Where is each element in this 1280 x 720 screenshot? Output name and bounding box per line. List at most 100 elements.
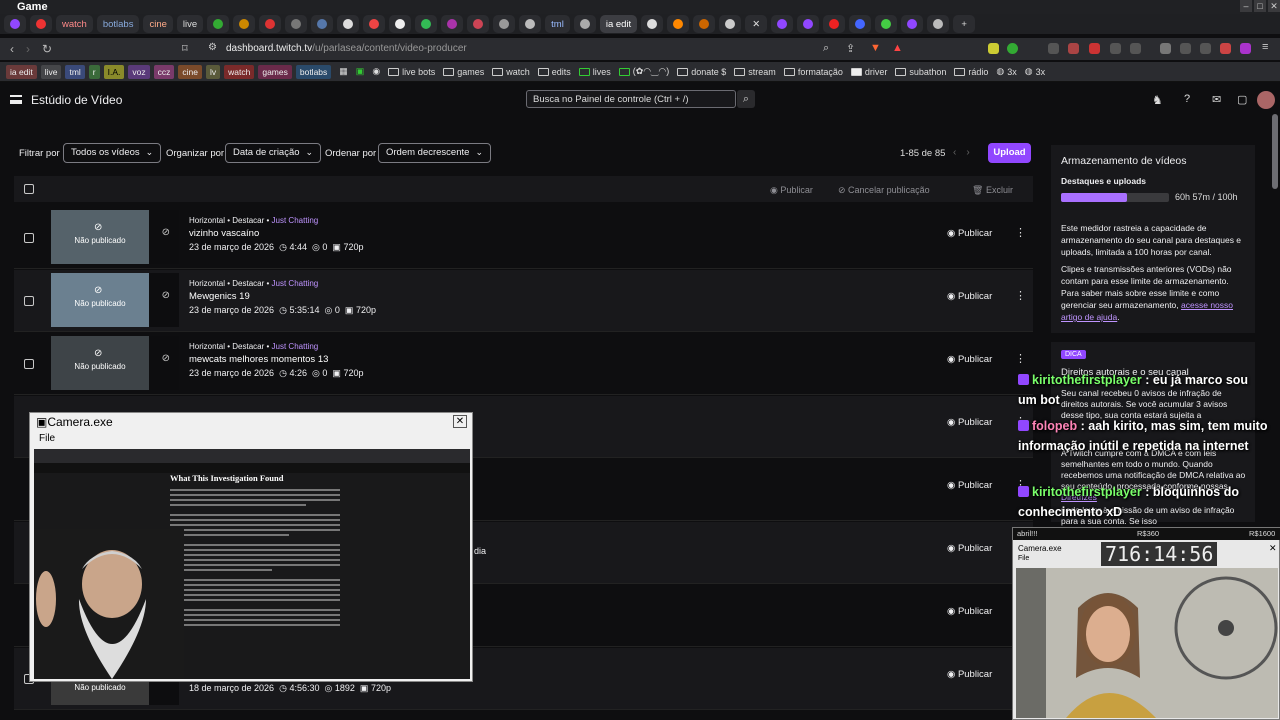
more-options-icon[interactable]: ⋮	[1015, 289, 1026, 302]
tab-icon[interactable]	[441, 15, 464, 33]
brave-rewards-icon[interactable]: ▲	[892, 42, 903, 54]
tab-icon[interactable]	[207, 15, 230, 33]
close-window-button[interactable]: ✕	[1268, 0, 1280, 12]
prev-page-icon[interactable]: ‹	[953, 147, 966, 158]
new-tab-button[interactable]: +	[953, 15, 976, 33]
bulk-publish-button[interactable]: ◉ Publicar	[770, 185, 813, 196]
tab-ia-edit[interactable]: ia edit	[599, 15, 638, 33]
tab-icon[interactable]	[849, 15, 872, 33]
bookmark-chip[interactable]: voz	[128, 64, 150, 79]
dashboard-search-input[interactable]: Busca no Painel de controle (Ctrl + /)	[526, 90, 736, 108]
share-icon[interactable]: ⇪	[846, 42, 855, 55]
next-page-icon[interactable]: ›	[966, 147, 979, 158]
select-all-checkbox[interactable]	[24, 184, 34, 194]
tab-icon[interactable]	[693, 15, 716, 33]
video-thumbnail[interactable]: ⊘ ⊘ Não publicado	[51, 273, 179, 327]
bookmark-folder[interactable]: games	[443, 67, 484, 77]
github-icon[interactable]: ◉	[372, 66, 380, 77]
video-title[interactable]: mewcats melhores momentos 13	[189, 354, 328, 365]
mail-icon[interactable]: ✉	[1212, 93, 1221, 106]
search-icon[interactable]: ⌕	[737, 90, 755, 108]
category-link[interactable]: Just Chatting	[272, 216, 319, 225]
publish-button[interactable]: ◉ Publicar	[947, 291, 992, 302]
bookmark-link[interactable]: ◍ 3x	[996, 66, 1016, 77]
category-link[interactable]: Just Chatting	[272, 279, 319, 288]
bookmark-folder[interactable]: live bots	[388, 67, 435, 77]
bookmark-folder[interactable]: lives	[578, 67, 611, 77]
tab-icon[interactable]	[285, 15, 308, 33]
bookmark-folder[interactable]: subathon	[895, 67, 946, 77]
tab-icon[interactable]	[389, 15, 412, 33]
second-camera-window[interactable]: abril!!! R$360 R$1600 Camera.exe File 71…	[1012, 527, 1280, 720]
organize-dropdown[interactable]: Data de criação	[225, 143, 322, 163]
green-app-icon[interactable]: ▣	[356, 66, 365, 77]
maximize-button[interactable]: □	[1254, 0, 1266, 12]
chat-icon[interactable]: ▢	[1237, 93, 1247, 106]
bookmark-link[interactable]: ◍ 3x	[1025, 66, 1045, 77]
close-icon[interactable]: ✕	[1269, 543, 1277, 554]
tab-icon[interactable]	[467, 15, 490, 33]
more-options-icon[interactable]: ⋮	[1015, 226, 1026, 239]
brave-shield-icon[interactable]: ▼	[870, 42, 881, 54]
tab-icon[interactable]	[771, 15, 794, 33]
table-row[interactable]: ⊘ ⊘ Não publicado Horizontal • Destacar • …	[14, 207, 1033, 269]
bookmark-chip[interactable]: ccz	[153, 64, 175, 79]
tab-icon[interactable]	[415, 15, 438, 33]
tab-tml[interactable]: tml	[545, 15, 570, 33]
forward-arrow-icon[interactable]: ›	[26, 42, 30, 56]
video-title[interactable]: vizinho vascaíno	[189, 228, 259, 239]
tab-icon[interactable]	[4, 15, 26, 33]
tab-icon[interactable]	[233, 15, 256, 33]
tab-cine[interactable]: cine	[143, 15, 173, 33]
publish-button[interactable]: ◉ Publicar	[947, 669, 992, 680]
more-options-icon[interactable]: ⋮	[1015, 352, 1026, 365]
site-settings-icon[interactable]: ⚙	[208, 42, 217, 53]
tab-icon[interactable]	[667, 15, 690, 33]
crowd-icon[interactable]: ♞	[1152, 93, 1163, 107]
bookmark-chip[interactable]: ia edit	[6, 64, 37, 79]
tab-close-icon[interactable]: ✕	[745, 15, 768, 33]
tab-icon[interactable]	[641, 15, 664, 33]
publish-button[interactable]: ◉ Publicar	[947, 606, 992, 617]
tab-icon[interactable]	[573, 15, 596, 33]
tab-icon[interactable]	[797, 15, 820, 33]
row-checkbox[interactable]	[24, 359, 34, 369]
tab-icon[interactable]	[30, 15, 52, 33]
bookmark-folder[interactable]: (✿◠‿◠)	[618, 66, 669, 77]
tab-icon[interactable]	[311, 15, 334, 33]
bookmark-folder[interactable]: stream	[734, 67, 776, 77]
bookmark-chip[interactable]: watch	[224, 64, 255, 79]
tab-botlabs[interactable]: botlabs	[96, 15, 140, 33]
hamburger-menu-icon[interactable]	[10, 95, 22, 104]
publish-button[interactable]: ◉ Publicar	[947, 480, 992, 491]
avatar[interactable]	[1257, 91, 1275, 109]
bookmark-folder[interactable]: rádio	[954, 67, 988, 77]
category-link[interactable]: Just Chatting	[272, 342, 319, 351]
bulk-delete-button[interactable]: 🗑 Excluir	[972, 185, 1013, 196]
back-arrow-icon[interactable]: ‹	[10, 42, 14, 56]
video-thumbnail[interactable]: ⊘ ⊘ Não publicado	[51, 336, 179, 390]
bookmark-folder[interactable]: formatação	[783, 67, 843, 77]
tab-icon[interactable]	[823, 15, 846, 33]
bookmark-folder[interactable]: watch	[492, 67, 530, 77]
reload-icon[interactable]: ↻	[42, 42, 52, 56]
minimize-button[interactable]: –	[1240, 0, 1252, 12]
bookmark-chip[interactable]: r	[88, 64, 100, 79]
bookmark-chip[interactable]: tml	[65, 64, 85, 79]
bookmark-folder[interactable]: donate $	[677, 67, 726, 77]
row-checkbox[interactable]	[24, 233, 34, 243]
tab-icon[interactable]	[719, 15, 742, 33]
order-dropdown[interactable]: Ordem decrescente	[378, 143, 491, 163]
bookmark-chip[interactable]: cine	[178, 64, 202, 79]
bookmark-chip[interactable]: lv	[205, 64, 221, 79]
publish-button[interactable]: ◉ Publicar	[947, 354, 992, 365]
bookmark-chip[interactable]: live	[40, 64, 62, 79]
video-title[interactable]: Mewgenics 19	[189, 291, 250, 302]
filter-dropdown[interactable]: Todos os vídeos	[63, 143, 162, 163]
publish-button[interactable]: ◉ Publicar	[947, 543, 992, 554]
publish-button[interactable]: ◉ Publicar	[947, 417, 992, 428]
row-checkbox[interactable]	[24, 296, 34, 306]
bookmark-chip[interactable]: I.A.	[103, 64, 125, 79]
camera-window[interactable]: ▣Camera.exe ✕ File What This Investigati…	[29, 412, 473, 682]
tab-icon[interactable]	[875, 15, 898, 33]
